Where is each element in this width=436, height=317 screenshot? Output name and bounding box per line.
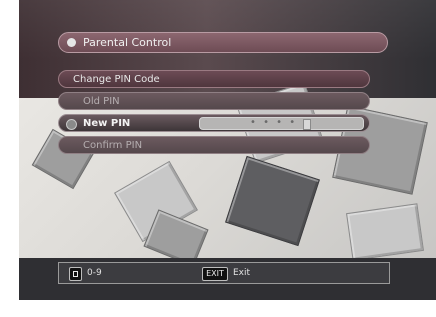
pin-mask: • • • • [250, 117, 298, 128]
menu-item-label: Old PIN [83, 96, 120, 107]
number-keys-label: 0-9 [87, 268, 102, 278]
menu-item-old-pin[interactable]: Old PIN [58, 92, 370, 110]
selection-bullet-icon [66, 119, 77, 130]
exit-label: Exit [233, 268, 251, 278]
menu-item-confirm-pin[interactable]: Confirm PIN [58, 136, 370, 154]
menu-title: Parental Control [83, 36, 172, 49]
menu-bullet-icon [67, 38, 76, 47]
section-header: Change PIN Code [58, 70, 370, 88]
menu-item-new-pin[interactable]: New PIN • • • • [58, 114, 370, 132]
menu-title-bar: Parental Control [58, 32, 388, 53]
exit-key-icon: EXIT [202, 267, 228, 281]
section-title: Change PIN Code [73, 74, 160, 85]
cursor-icon [303, 119, 311, 130]
menu-item-label: Confirm PIN [83, 140, 143, 151]
number-keys-icon [69, 267, 82, 281]
cube-decoration [225, 155, 320, 247]
cube-decoration [346, 203, 424, 261]
menu-item-label: New PIN [83, 118, 131, 129]
help-bar: 0-9 EXIT Exit [58, 262, 390, 284]
new-pin-input[interactable]: • • • • [199, 117, 364, 130]
